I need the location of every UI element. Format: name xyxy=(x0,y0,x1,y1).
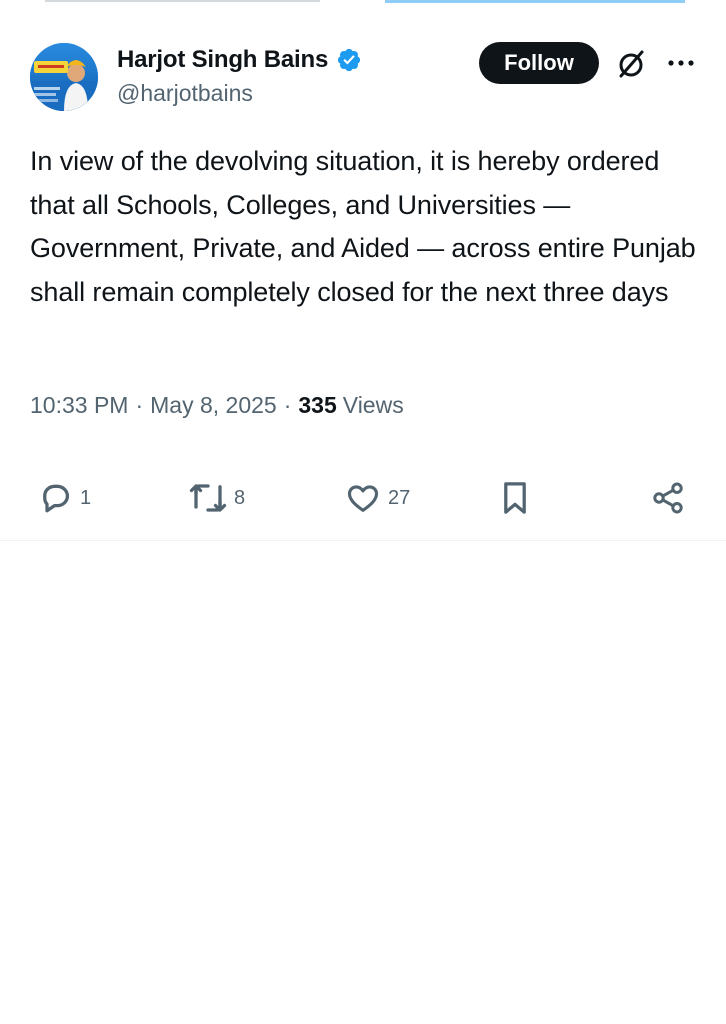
share-icon xyxy=(650,480,686,516)
tweet-time[interactable]: 10:33 PM xyxy=(30,392,128,419)
tweet-meta: 10:33 PM · May 8, 2025 · 335 Views xyxy=(30,387,404,423)
avatar[interactable] xyxy=(30,43,98,111)
repost-count: 8 xyxy=(234,486,246,509)
repost-button[interactable]: 8 xyxy=(188,478,245,518)
heart-icon xyxy=(344,480,382,516)
more-options-icon[interactable] xyxy=(666,56,696,70)
grok-icon[interactable] xyxy=(615,48,647,80)
reply-count: 1 xyxy=(80,486,92,509)
reply-button[interactable]: 1 xyxy=(38,478,91,518)
user-handle[interactable]: @harjotbains xyxy=(117,80,253,107)
bottom-divider xyxy=(0,540,726,541)
reply-icon xyxy=(38,480,74,516)
display-name[interactable]: Harjot Singh Bains xyxy=(117,46,328,74)
share-button[interactable] xyxy=(650,478,686,518)
tweet-text: In view of the devolving situation, it i… xyxy=(30,146,696,307)
views-count: 335 xyxy=(298,391,337,418)
repost-icon xyxy=(188,480,228,516)
verified-badge-icon xyxy=(336,47,362,73)
like-count: 27 xyxy=(388,486,411,509)
meta-separator: · xyxy=(135,391,144,418)
meta-separator: · xyxy=(283,391,292,418)
action-bar: 1 8 27 xyxy=(0,470,726,526)
bookmark-button[interactable] xyxy=(498,478,532,518)
name-row: Harjot Singh Bains xyxy=(117,42,362,78)
like-button[interactable]: 27 xyxy=(344,478,410,518)
tweet-date[interactable]: May 8, 2025 xyxy=(150,392,277,419)
views-label: Views xyxy=(342,391,404,418)
tweet-header: Harjot Singh Bains @harjotbains Follow xyxy=(0,0,726,120)
follow-button[interactable]: Follow xyxy=(479,42,599,84)
bookmark-icon xyxy=(498,479,532,517)
